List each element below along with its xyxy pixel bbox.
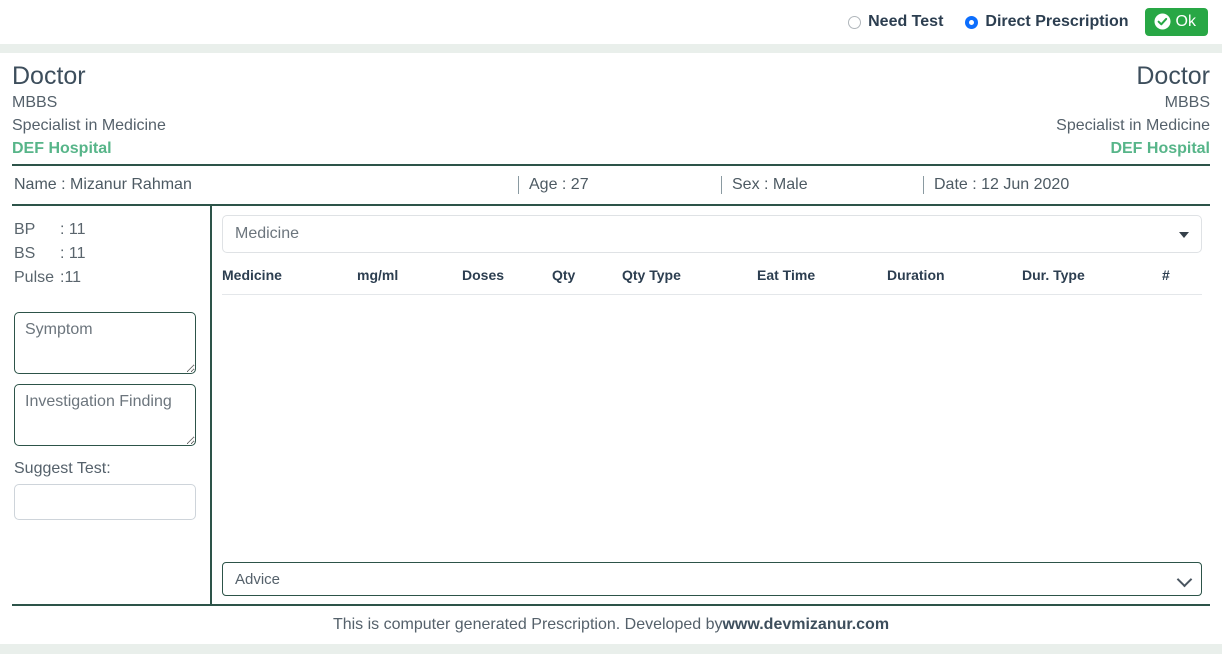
doctor-degree-left: MBBS [12, 94, 58, 111]
symptom-textarea[interactable] [14, 312, 196, 374]
column-header-doses: Doses [462, 267, 552, 295]
investigation-finding-textarea[interactable] [14, 384, 196, 446]
vital-bs-value: : 11 [60, 245, 86, 262]
prescription-body: BP : 11 BS : 11 Pulse :11 Suggest Test: … [12, 206, 1210, 604]
vital-bp-value: : 11 [60, 221, 86, 238]
medicine-select-placeholder: Medicine [235, 225, 300, 242]
column-header-qty: Qty [552, 267, 622, 295]
vital-bs-label: BS [14, 245, 36, 262]
right-pane: Medicine Medicine mg/ml Doses Qty Qty Ty… [212, 206, 1210, 604]
chevron-down-icon [1176, 571, 1193, 588]
doctor-degree-right: MBBS [1164, 94, 1210, 111]
column-header-mgml: mg/ml [357, 267, 462, 295]
radio-need-test-indicator[interactable] [848, 15, 862, 29]
left-pane: BP : 11 BS : 11 Pulse :11 Suggest Test: [12, 206, 212, 604]
radio-option-need-test[interactable]: Need Test [848, 13, 943, 31]
medicine-table-head: Medicine mg/ml Doses Qty Qty Type Eat Ti… [222, 267, 1202, 295]
doctor-name-left: Doctor [12, 62, 86, 90]
radio-direct-prescription-label: Direct Prescription [985, 13, 1129, 30]
check-circle-icon [1154, 13, 1171, 30]
ok-button[interactable]: Ok [1144, 8, 1208, 36]
doctor-info-right: Doctor MBBS Specialist in Medicine DEF H… [1056, 61, 1210, 160]
doctor-info-left: Doctor MBBS Specialist in Medicine DEF H… [12, 61, 166, 160]
toolbar-divider-strip [0, 44, 1222, 53]
prescription-type-radio-group: Need Test Direct Prescription [826, 13, 1129, 31]
doctor-specialty-left: Specialist in Medicine [12, 117, 166, 134]
patient-name: Name : Mizanur Rahman [14, 176, 192, 193]
medicine-select[interactable]: Medicine [222, 215, 1202, 253]
column-header-action: # [1162, 267, 1202, 295]
suggest-test-label: Suggest Test: [14, 460, 111, 477]
footer-text: This is computer generated Prescription.… [332, 616, 723, 633]
column-header-dur-type: Dur. Type [1022, 267, 1162, 295]
doctor-name-right: Doctor [1136, 62, 1210, 90]
suggest-test-input[interactable] [14, 484, 196, 520]
radio-direct-prescription-indicator[interactable] [965, 15, 979, 29]
doctor-specialty-right: Specialist in Medicine [1056, 117, 1210, 134]
patient-age: Age : 27 [518, 176, 721, 194]
column-header-duration: Duration [887, 267, 1022, 295]
ok-button-label: Ok [1175, 12, 1196, 30]
prescription-date: Date : 12 Jun 2020 [923, 176, 1210, 194]
vital-bp-label: BP [14, 221, 36, 238]
patient-sex: Sex : Male [721, 176, 923, 194]
footer-site-link[interactable]: www.devmizanur.com [722, 616, 889, 634]
vital-bs: BS : 11 [14, 242, 210, 266]
chevron-down-icon [1179, 232, 1189, 238]
footer: This is computer generated Prescription.… [0, 606, 1222, 644]
advice-selected-value: Advice [235, 570, 281, 588]
radio-need-test-label: Need Test [868, 13, 944, 30]
doctor-hospital-right: DEF Hospital [1110, 140, 1210, 157]
vital-pulse-label: Pulse [14, 269, 55, 286]
radio-option-direct-prescription[interactable]: Direct Prescription [965, 13, 1129, 31]
medicine-table: Medicine mg/ml Doses Qty Qty Type Eat Ti… [222, 267, 1202, 295]
bottom-strip [0, 644, 1222, 654]
column-header-medicine: Medicine [222, 267, 357, 295]
vital-pulse: Pulse :11 [14, 266, 210, 290]
vital-pulse-value: :11 [60, 269, 82, 286]
advice-select[interactable]: Advice [222, 562, 1202, 596]
column-header-qty-type: Qty Type [622, 267, 757, 295]
medicine-table-header-row: Medicine mg/ml Doses Qty Qty Type Eat Ti… [222, 267, 1202, 295]
column-header-eat-time: Eat Time [757, 267, 887, 295]
doctor-header: Doctor MBBS Specialist in Medicine DEF H… [12, 53, 1210, 166]
medicine-table-empty-space [222, 295, 1202, 562]
patient-info-bar: Name : Mizanur Rahman Age : 27 Sex : Mal… [12, 166, 1210, 206]
doctor-hospital-left: DEF Hospital [12, 140, 112, 157]
prescription-sheet: Doctor MBBS Specialist in Medicine DEF H… [0, 53, 1222, 604]
vital-bp: BP : 11 [14, 218, 210, 242]
top-toolbar: Need Test Direct Prescription Ok [0, 0, 1222, 44]
